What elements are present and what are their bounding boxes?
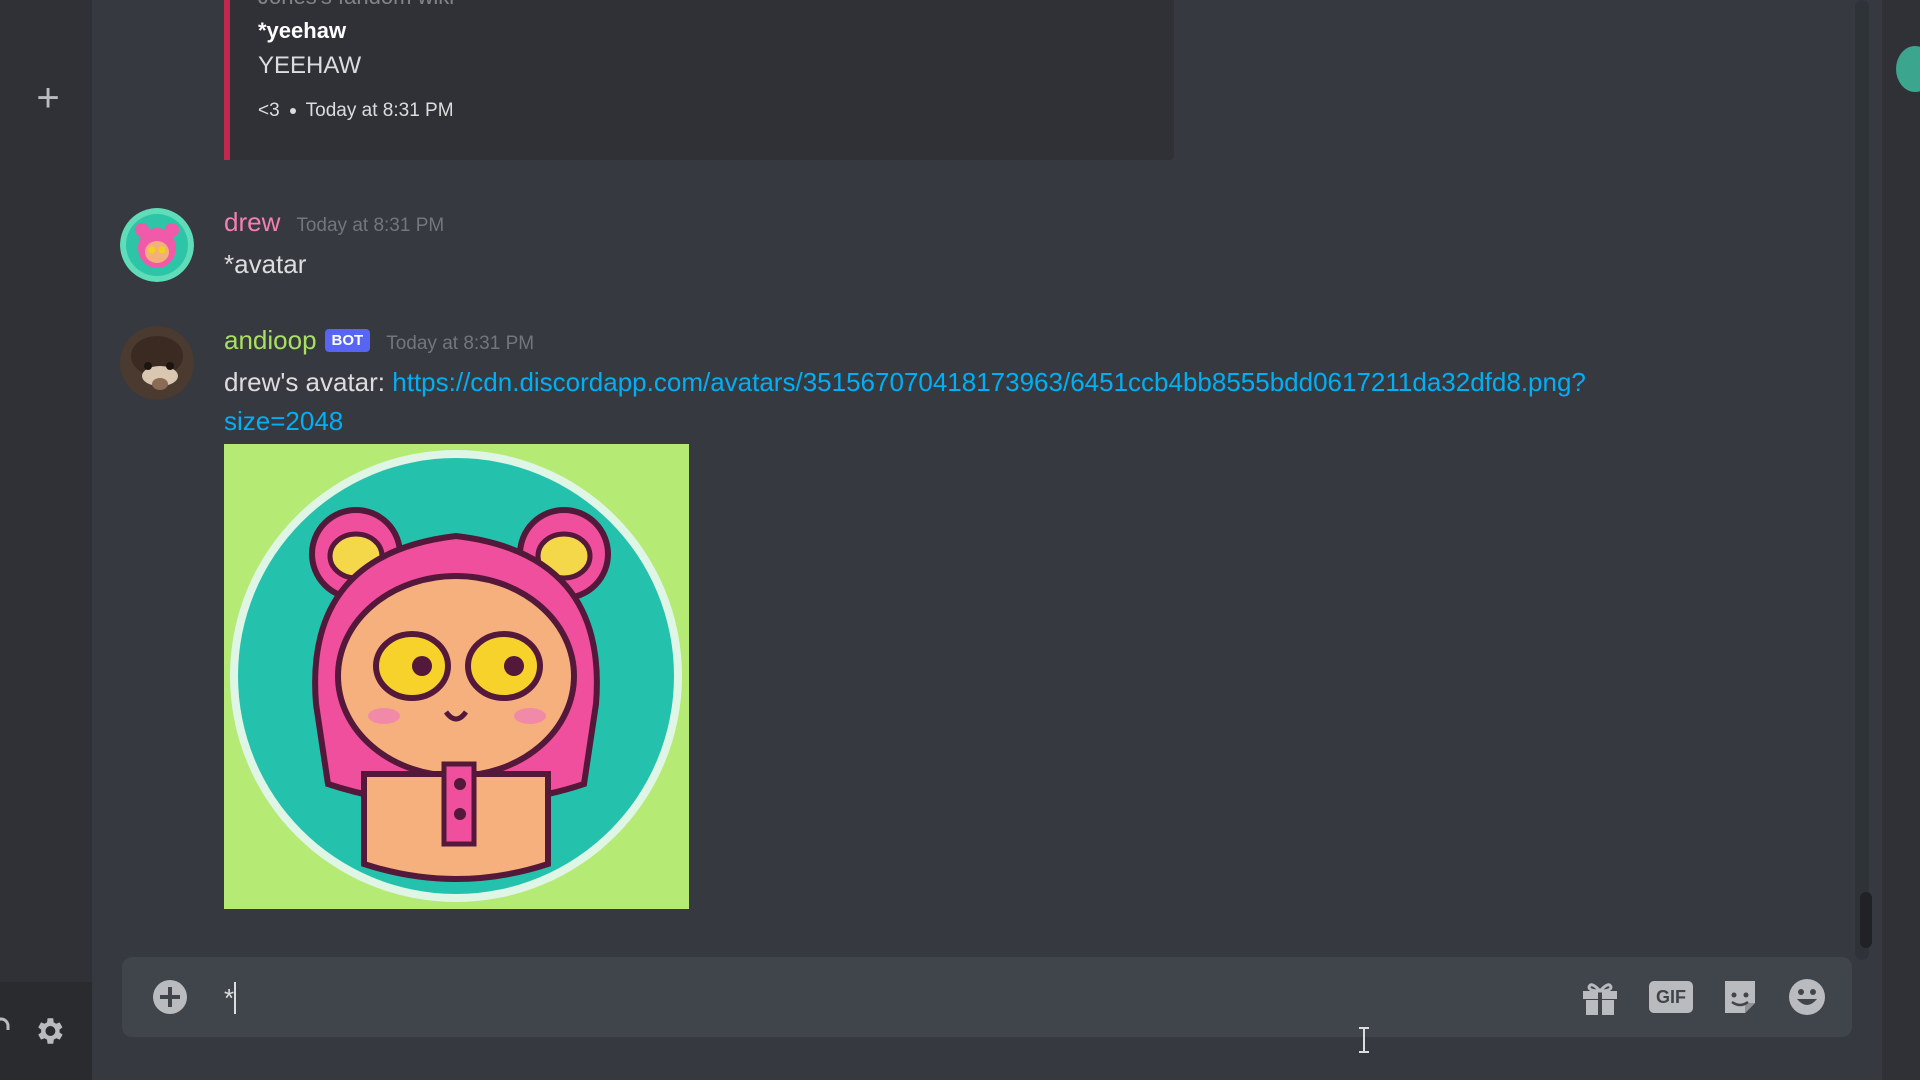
timestamp: Today at 8:31 PM [296, 215, 445, 236]
embed-footer: <3 Today at 8:31 PM [258, 100, 454, 122]
message-text-continuation: size=2048 [224, 406, 343, 437]
embed-footer-time: Today at 8:31 PM [305, 100, 454, 121]
emoji-icon[interactable] [1786, 977, 1828, 1017]
embed-body: YEEHAW [258, 52, 362, 79]
gift-icon[interactable] [1579, 977, 1621, 1017]
user-settings-gear-icon[interactable] [32, 1014, 66, 1048]
member-avatar[interactable] [1896, 46, 1920, 92]
bot-tag: BOT [324, 329, 371, 352]
message-text-prefix: drew's avatar: [224, 367, 393, 397]
discord-app: + Jones's fandom wiki *yeehaw YEEHAW <3 … [0, 0, 1920, 1080]
avatar[interactable] [120, 326, 194, 400]
text-caret [234, 982, 236, 1014]
message-composer: GIF [122, 957, 1852, 1037]
avatar[interactable] [120, 208, 194, 282]
message-header: andioop BOT Today at 8:31 PM [224, 325, 534, 356]
embed-title: *yeehaw [258, 18, 347, 43]
chat-scrollbar-thumb[interactable] [1860, 892, 1872, 948]
member-list-edge [1882, 0, 1920, 1080]
headphones-icon[interactable] [0, 1016, 10, 1040]
avatar-link[interactable]: https://cdn.discordapp.com/avatars/35156… [392, 367, 1586, 397]
gif-button[interactable]: GIF [1649, 981, 1693, 1013]
message-text: drew's avatar: https://cdn.discordapp.co… [224, 367, 1586, 398]
timestamp: Today at 8:31 PM [386, 333, 535, 354]
server-rail: + [0, 0, 92, 1080]
sticker-icon[interactable] [1719, 977, 1761, 1017]
add-circle-icon[interactable] [152, 979, 188, 1015]
add-server-button[interactable]: + [28, 78, 68, 118]
chat-scrollbar-track[interactable] [1855, 0, 1869, 960]
quote-embed: Jones's fandom wiki *yeehaw YEEHAW <3 To… [224, 0, 1174, 160]
embed-footer-author: <3 [258, 100, 280, 121]
avatar-image-preview[interactable] [224, 444, 689, 909]
footer-separator-dot [289, 108, 296, 114]
message-header: drew Today at 8:31 PM [224, 207, 444, 238]
username[interactable]: andioop [224, 325, 317, 356]
avatar-link-continuation[interactable]: size=2048 [224, 406, 343, 436]
mouse-text-cursor-icon [1359, 1027, 1369, 1053]
message-input[interactable] [224, 979, 1624, 1017]
message-text: *avatar [224, 249, 307, 279]
username[interactable]: drew [224, 207, 280, 238]
embed-partial-line: Jones's fandom wiki [258, 0, 454, 10]
